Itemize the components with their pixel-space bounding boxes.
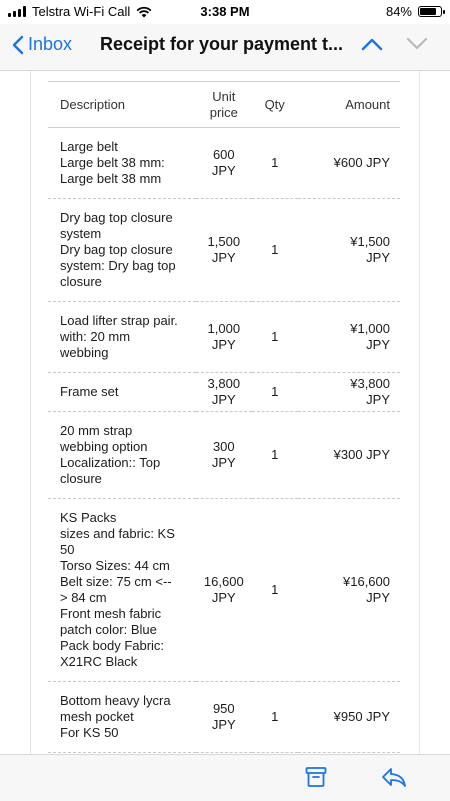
item-unit-price: 3,800 JPY	[207, 376, 241, 407]
back-button-label: Inbox	[28, 34, 73, 54]
column-header-amount: Amount	[345, 96, 390, 112]
item-unit-price: 1,500 JPY	[207, 234, 241, 265]
table-row: KS Packs sizes and fabric: KS 50 Torso S…	[48, 499, 400, 682]
message-body[interactable]: Description Unit price Qty Amount Large …	[0, 71, 450, 754]
item-qty: 1	[271, 582, 279, 597]
item-amount: ¥3,800 JPY	[350, 376, 390, 407]
item-unit-price: 16,600 JPY	[203, 574, 244, 605]
item-unit-price: 600 JPY	[211, 147, 236, 178]
item-amount: ¥1,500 JPY	[350, 234, 390, 265]
navigation-bar: Inbox Receipt for your payment t...	[0, 24, 450, 71]
item-qty: 1	[271, 709, 279, 724]
item-qty: 1	[271, 155, 279, 170]
item-description: KS Packs sizes and fabric: KS 50 Torso S…	[60, 510, 175, 669]
item-description: 20 mm strap webbing option Localization:…	[60, 423, 161, 486]
item-description: Load lifter strap pair. with: 20 mm webb…	[60, 313, 178, 360]
chevron-down-icon	[406, 37, 428, 50]
chevron-up-icon	[361, 38, 383, 51]
item-amount: ¥16,600 JPY	[343, 574, 390, 605]
battery-level	[420, 8, 436, 15]
archive-button[interactable]	[304, 765, 328, 794]
previous-message-button[interactable]	[360, 36, 384, 57]
item-amount: ¥1,000 JPY	[350, 321, 390, 352]
item-qty: 1	[271, 242, 279, 257]
message-subject: Receipt for your payment t...	[100, 34, 344, 54]
table-row: Frame set 3,800 JPY 1 ¥3,800 JPY	[48, 373, 400, 412]
item-qty: 1	[271, 384, 279, 399]
item-description: Bottom heavy lycra mesh pocket For KS 50	[60, 693, 171, 740]
item-description: Large belt Large belt 38 mm: Large belt …	[60, 139, 165, 186]
clock: 3:38 PM	[200, 4, 250, 19]
chevron-left-icon	[12, 35, 24, 54]
table-row: Bottom heavy lycra mesh pocket For KS 50…	[48, 682, 400, 753]
next-message-button[interactable]	[405, 36, 429, 57]
item-amount: ¥950 JPY	[333, 709, 390, 724]
table-row: 20 mm strap webbing option Localization:…	[48, 412, 400, 499]
item-qty: 1	[271, 447, 279, 462]
receipt-table: Description Unit price Qty Amount Large …	[48, 81, 400, 753]
column-header-qty: Qty	[264, 96, 285, 112]
item-unit-price: 1,000 JPY	[207, 321, 241, 352]
item-amount: ¥300 JPY	[333, 447, 390, 462]
item-description: Dry bag top closure system Dry bag top c…	[60, 210, 176, 289]
back-to-inbox-button[interactable]: Inbox	[12, 34, 72, 55]
archive-icon	[305, 767, 327, 787]
item-description: Frame set	[60, 384, 119, 399]
table-row: Large belt Large belt 38 mm: Large belt …	[48, 128, 400, 199]
column-header-unit-price: Unit price	[209, 88, 238, 120]
item-qty: 1	[271, 329, 279, 344]
battery-percent: 84%	[385, 4, 412, 19]
column-header-description: Description	[60, 96, 126, 112]
table-row: Dry bag top closure system Dry bag top c…	[48, 199, 400, 302]
item-amount: ¥600 JPY	[333, 155, 390, 170]
item-unit-price: 950 JPY	[211, 701, 236, 732]
battery-icon	[418, 6, 445, 17]
status-bar: Telstra Wi-Fi Call 3:38 PM 84%	[0, 0, 450, 24]
item-unit-price: 300 JPY	[211, 439, 236, 470]
table-header-row: Description Unit price Qty Amount	[48, 81, 400, 128]
reply-icon	[382, 768, 406, 787]
reply-button[interactable]	[380, 765, 408, 794]
bottom-toolbar	[0, 754, 450, 801]
table-row: Load lifter strap pair. with: 20 mm webb…	[48, 302, 400, 373]
